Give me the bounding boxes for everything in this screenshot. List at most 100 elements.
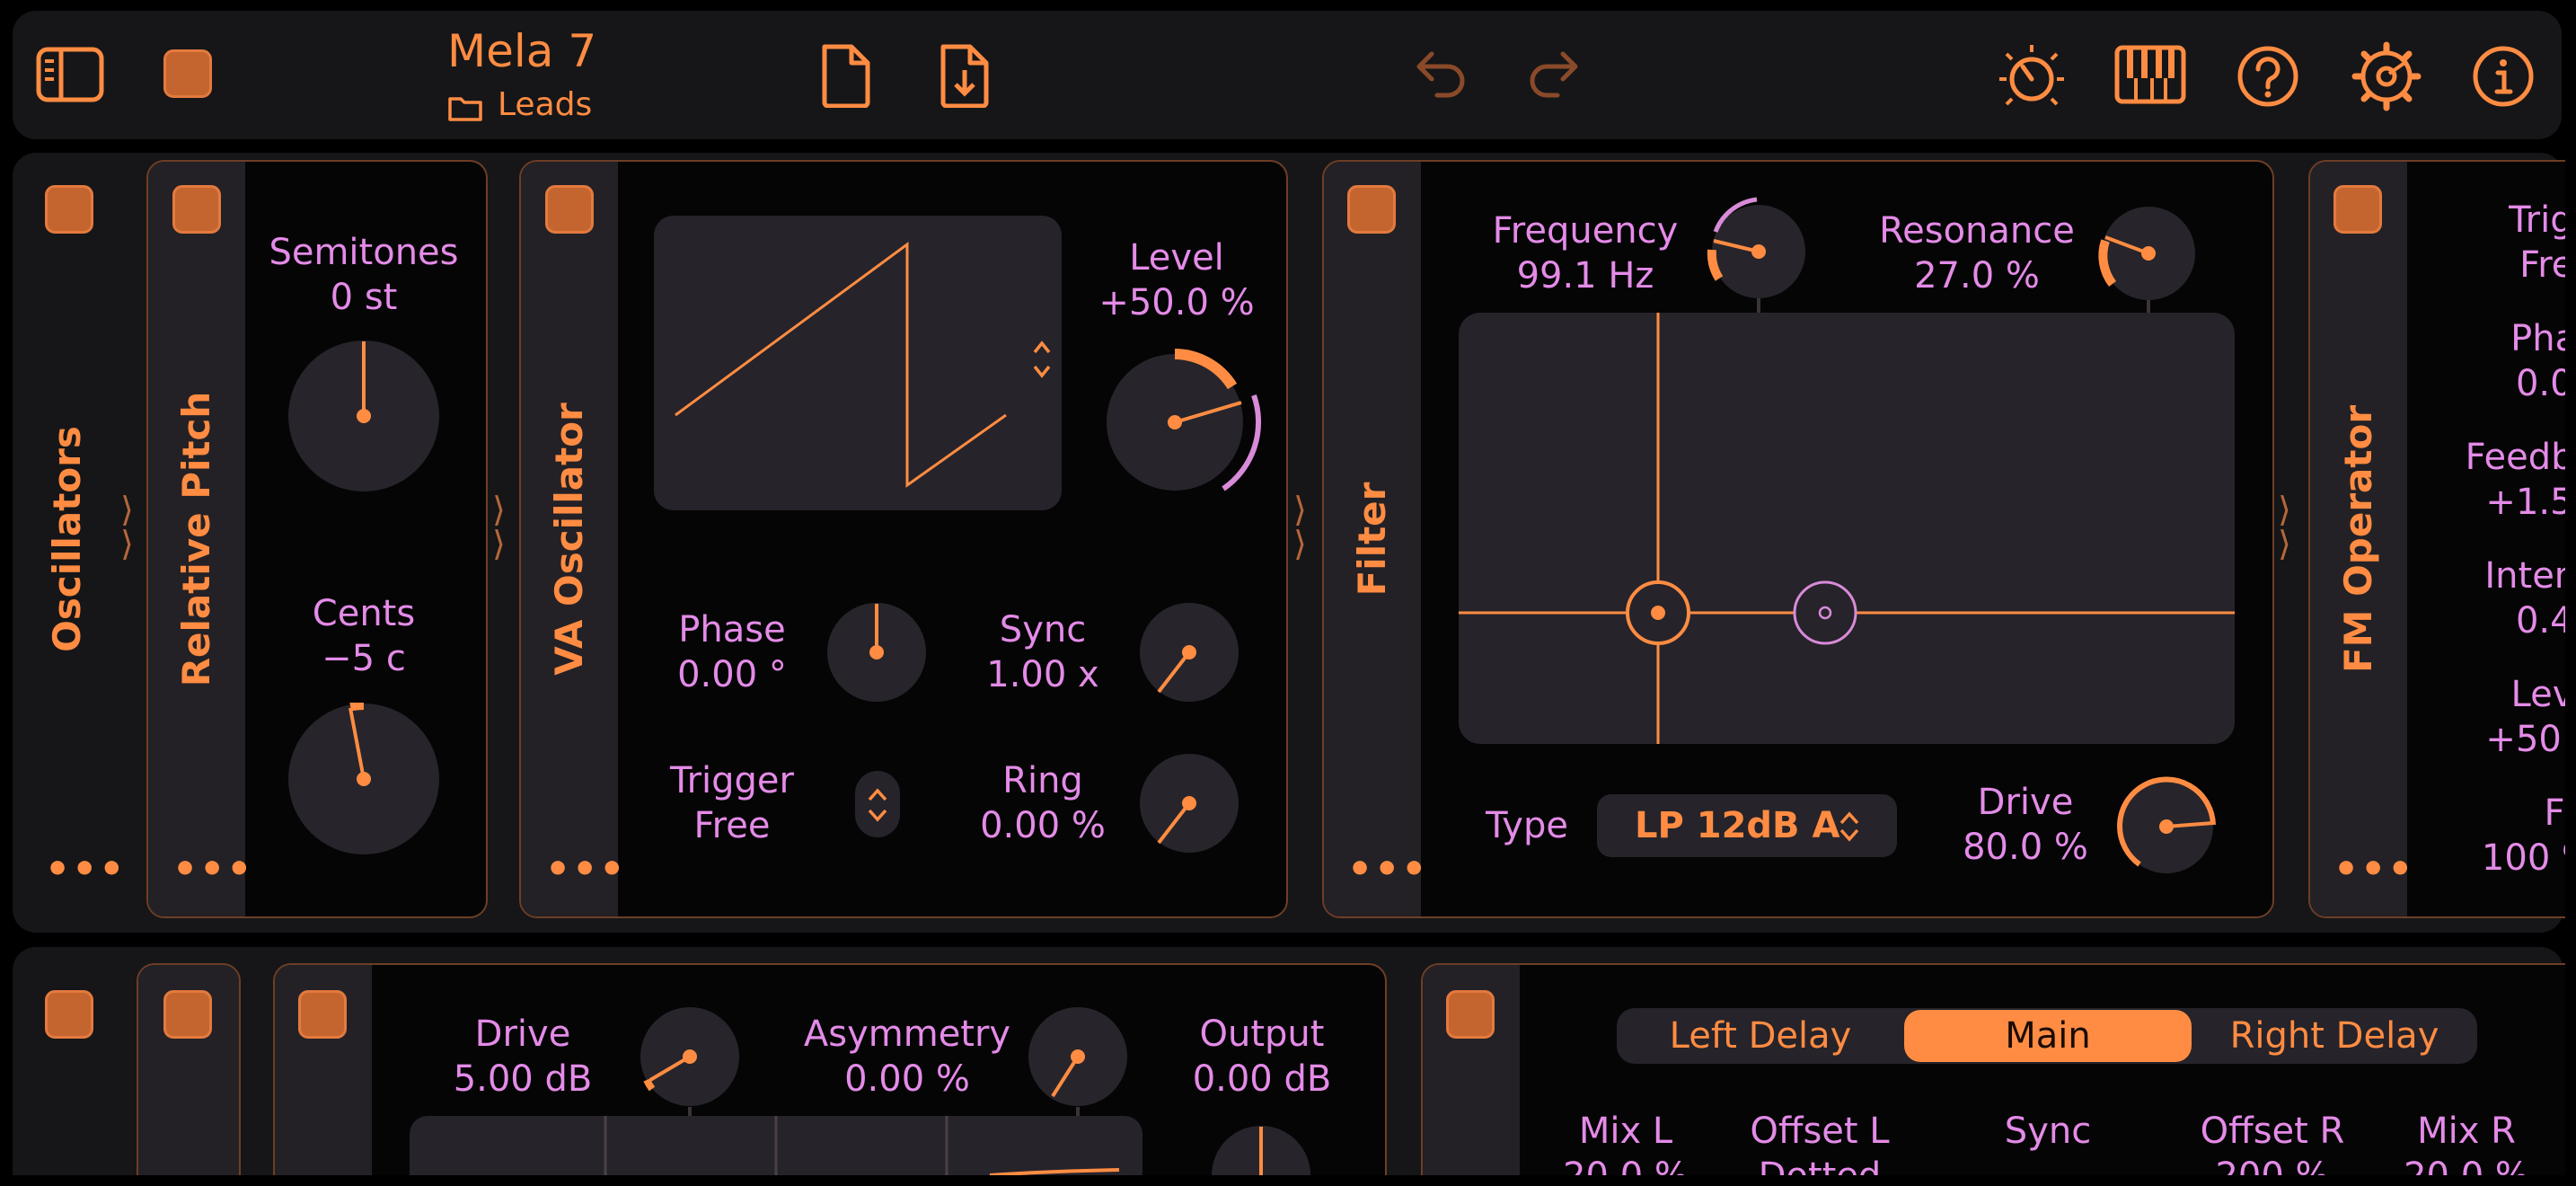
expand-chevron-icon[interactable]: ⟩ ⟩ bbox=[120, 492, 134, 561]
right-edge bbox=[2565, 0, 2576, 1186]
relative-pitch-toggle-button[interactable] bbox=[172, 185, 221, 234]
semitones-knob[interactable] bbox=[287, 340, 440, 492]
mix-l-label: Mix L bbox=[1578, 1111, 1673, 1152]
semitones-value: 0 st bbox=[330, 277, 398, 318]
filter-more-button[interactable]: ••• bbox=[1347, 850, 1428, 890]
oscillators-more-button[interactable]: ••• bbox=[45, 850, 126, 890]
resonance-label: Resonance bbox=[1879, 210, 2075, 252]
asymmetry-label: Asymmetry bbox=[803, 1013, 1011, 1055]
help-icon[interactable] bbox=[2236, 45, 2299, 108]
expand-chevron-icon[interactable]: ⟩ ⟩ bbox=[2278, 492, 2291, 561]
asymmetry-knob[interactable] bbox=[1028, 1006, 1128, 1125]
fm-operator-title: FM Operator bbox=[2336, 404, 2380, 674]
sync-label: Sync bbox=[2004, 1111, 2092, 1152]
asymmetry-value: 0.00 % bbox=[844, 1058, 970, 1100]
fm-operator-more-button[interactable]: ••• bbox=[2333, 850, 2414, 890]
ring-label: Ring bbox=[1002, 760, 1083, 801]
gear-icon[interactable] bbox=[2351, 41, 2422, 111]
fm-feedback-value: +1.54 bbox=[2485, 482, 2576, 523]
undo-icon[interactable] bbox=[1408, 47, 1468, 102]
fm-amount-value: 100 % bbox=[2481, 837, 2576, 879]
resonance-value: 27.0 % bbox=[1914, 255, 2040, 296]
tab-left-delay[interactable]: Left Delay bbox=[1617, 1012, 1904, 1060]
level-value: +50.0 % bbox=[1098, 282, 1255, 323]
distortion-drive-value: 5.00 dB bbox=[453, 1058, 593, 1100]
offset-l-label: Offset L bbox=[1750, 1111, 1890, 1152]
filter-type-label: Type bbox=[1486, 805, 1568, 846]
frequency-knob[interactable] bbox=[1703, 194, 1811, 314]
relative-pitch-more-button[interactable]: ••• bbox=[172, 850, 253, 890]
oscillators-title: Oscillators bbox=[45, 426, 89, 652]
filter-xy-pad[interactable] bbox=[1459, 313, 2235, 744]
sidebar-icon[interactable] bbox=[36, 47, 104, 104]
ring-value: 0.00 % bbox=[980, 805, 1106, 846]
output-label: Output bbox=[1199, 1013, 1325, 1055]
resonance-knob[interactable] bbox=[2095, 198, 2202, 314]
effects-sub-toggle-button[interactable] bbox=[163, 990, 212, 1039]
phase-value: 0.00 ° bbox=[677, 654, 787, 695]
save-download-icon[interactable] bbox=[938, 43, 992, 108]
tab-main[interactable]: Main bbox=[1904, 1012, 2192, 1060]
sync-knob[interactable] bbox=[1139, 602, 1239, 703]
fm-level-label: Leve bbox=[2510, 674, 2576, 715]
distortion-drive-knob[interactable] bbox=[640, 1006, 740, 1125]
frequency-value: 99.1 Hz bbox=[1516, 255, 1654, 296]
relative-pitch-title: Relative Pitch bbox=[174, 391, 218, 687]
cents-value: −5 c bbox=[322, 638, 406, 679]
tuner-knob-icon[interactable] bbox=[1996, 41, 2068, 110]
semitones-label: Semitones bbox=[269, 232, 459, 273]
redo-icon[interactable] bbox=[1527, 47, 1586, 102]
trigger-label: Trigger bbox=[670, 760, 794, 801]
mix-r-label: Mix R bbox=[2417, 1111, 2516, 1152]
phase-knob[interactable] bbox=[826, 602, 927, 703]
info-icon[interactable] bbox=[2472, 45, 2535, 108]
filter-title: Filter bbox=[1350, 482, 1394, 597]
tab-right-delay[interactable]: Right Delay bbox=[2192, 1012, 2477, 1060]
level-knob[interactable] bbox=[1098, 345, 1263, 510]
bottom-edge bbox=[0, 1175, 2576, 1186]
drive-value: 80.0 % bbox=[1963, 827, 2088, 868]
phase-label: Phase bbox=[678, 609, 786, 651]
fm-amount-label: FM bbox=[2544, 792, 2576, 834]
va-oscillator-title: VA Oscillator bbox=[547, 403, 591, 676]
cents-knob[interactable] bbox=[287, 703, 440, 855]
expand-chevron-icon[interactable]: ⟩ ⟩ bbox=[1293, 492, 1307, 561]
preset-folder[interactable]: Leads bbox=[498, 86, 592, 123]
fm-intensity-label: Intens bbox=[2484, 555, 2576, 597]
trigger-stepper[interactable] bbox=[855, 771, 900, 837]
frequency-label: Frequency bbox=[1492, 210, 1679, 252]
ring-knob[interactable] bbox=[1139, 753, 1239, 854]
filter-drive-knob[interactable] bbox=[2113, 773, 2220, 881]
oscillators-toggle-button[interactable] bbox=[45, 185, 93, 234]
power-toggle-button[interactable] bbox=[163, 49, 212, 98]
distortion-drive-label: Drive bbox=[474, 1013, 571, 1055]
sync-value: 1.00 x bbox=[986, 654, 1099, 695]
va-oscillator-more-button[interactable]: ••• bbox=[545, 850, 626, 890]
effects-toggle-button[interactable] bbox=[45, 990, 93, 1039]
filter-toggle-button[interactable] bbox=[1347, 185, 1396, 234]
offset-r-label: Offset R bbox=[2200, 1111, 2345, 1152]
new-file-icon[interactable] bbox=[819, 43, 873, 108]
level-label: Level bbox=[1129, 237, 1224, 279]
fm-operator-toggle-button[interactable] bbox=[2333, 185, 2382, 234]
fm-feedback-label: Feedba bbox=[2465, 437, 2576, 478]
waveform-selector[interactable] bbox=[654, 216, 1062, 510]
delay-toggle-button[interactable] bbox=[1446, 990, 1495, 1039]
fm-trigger-label: Trigg bbox=[2509, 199, 2576, 241]
drive-label: Drive bbox=[1977, 782, 2074, 823]
fm-phase-label: Phas bbox=[2510, 318, 2576, 359]
folder-icon bbox=[448, 97, 482, 121]
fm-phase-value: 0.00 bbox=[2515, 363, 2576, 404]
cents-label: Cents bbox=[312, 593, 416, 634]
va-oscillator-toggle-button[interactable] bbox=[545, 185, 594, 234]
distortion-toggle-button[interactable] bbox=[298, 990, 347, 1039]
fm-level-value: +50.0 bbox=[2485, 719, 2576, 760]
preset-title[interactable]: Mela 7 bbox=[447, 25, 596, 77]
fm-intensity-value: 0.46 bbox=[2515, 600, 2576, 642]
sync-label: Sync bbox=[999, 609, 1087, 651]
expand-chevron-icon[interactable]: ⟩ ⟩ bbox=[492, 492, 506, 561]
filter-type-value: LP 12dB A bbox=[1635, 805, 1840, 846]
piano-keyboard-icon[interactable] bbox=[2114, 45, 2186, 104]
output-value: 0.00 dB bbox=[1192, 1058, 1332, 1100]
chevron-updown-icon bbox=[1839, 811, 1859, 842]
